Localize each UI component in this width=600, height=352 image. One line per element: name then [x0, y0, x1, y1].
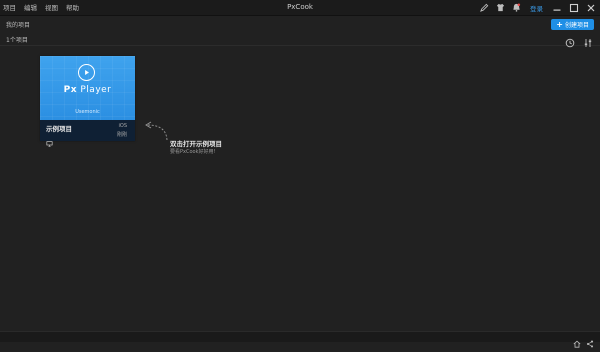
- play-icon: [78, 64, 95, 81]
- project-card[interactable]: Px Player Usemonic 示例项目 iOS 刚刚: [40, 56, 135, 147]
- menu-item-view[interactable]: 视图: [45, 2, 58, 12]
- pen-icon[interactable]: [480, 3, 489, 12]
- plus-icon: +: [556, 19, 563, 29]
- login-link[interactable]: 登录: [530, 3, 543, 13]
- create-project-button[interactable]: + 创建项目: [551, 19, 594, 30]
- bell-icon[interactable]: [512, 3, 521, 12]
- monitor-icon: [46, 132, 53, 151]
- menu-item-edit[interactable]: 编辑: [24, 2, 37, 12]
- titlebar-actions: 登录: [480, 1, 596, 14]
- shirt-icon[interactable]: [496, 3, 505, 12]
- project-count: 1个项目: [6, 37, 28, 44]
- close-icon[interactable]: [586, 3, 596, 13]
- project-count-bar: 1个项目: [0, 32, 600, 48]
- history-icon[interactable]: [565, 33, 575, 52]
- minimize-icon[interactable]: [552, 3, 562, 13]
- view-tools: [565, 33, 593, 52]
- title-bar: 项目 编辑 视图 帮助 PxCook 登录: [0, 0, 600, 16]
- menu-bar: 项目 编辑 视图 帮助: [3, 2, 79, 12]
- hint-arrow-icon: [140, 116, 172, 146]
- thumbnail-title-rest: Player: [77, 85, 112, 95]
- maximize-icon[interactable]: [569, 3, 579, 13]
- create-project-label: 创建项目: [564, 22, 589, 29]
- thumbnail-title: Px Player: [40, 85, 135, 95]
- status-icons: [573, 333, 594, 352]
- thumbnail-subtitle: Usemonic: [75, 109, 100, 115]
- project-thumbnail: Px Player Usemonic: [40, 56, 135, 120]
- breadcrumb[interactable]: 我的项目: [6, 20, 30, 29]
- project-platform: iOS: [118, 123, 128, 129]
- filter-icon[interactable]: [583, 33, 593, 52]
- hint-subtitle: 要看PxCook好好用!: [170, 149, 216, 155]
- thumbnail-title-bold: Px: [63, 85, 78, 95]
- hint-title: 双击打开示例项目: [170, 140, 222, 148]
- home-icon[interactable]: [573, 333, 581, 352]
- share-icon[interactable]: [586, 333, 594, 352]
- menu-item-help[interactable]: 帮助: [66, 2, 79, 12]
- project-info: 示例项目 iOS 刚刚: [40, 120, 135, 147]
- status-bar: [0, 331, 600, 348]
- project-time: 刚刚: [116, 132, 127, 138]
- menu-item-project[interactable]: 项目: [3, 2, 16, 12]
- sub-bar: 我的项目 + 创建项目: [0, 16, 600, 32]
